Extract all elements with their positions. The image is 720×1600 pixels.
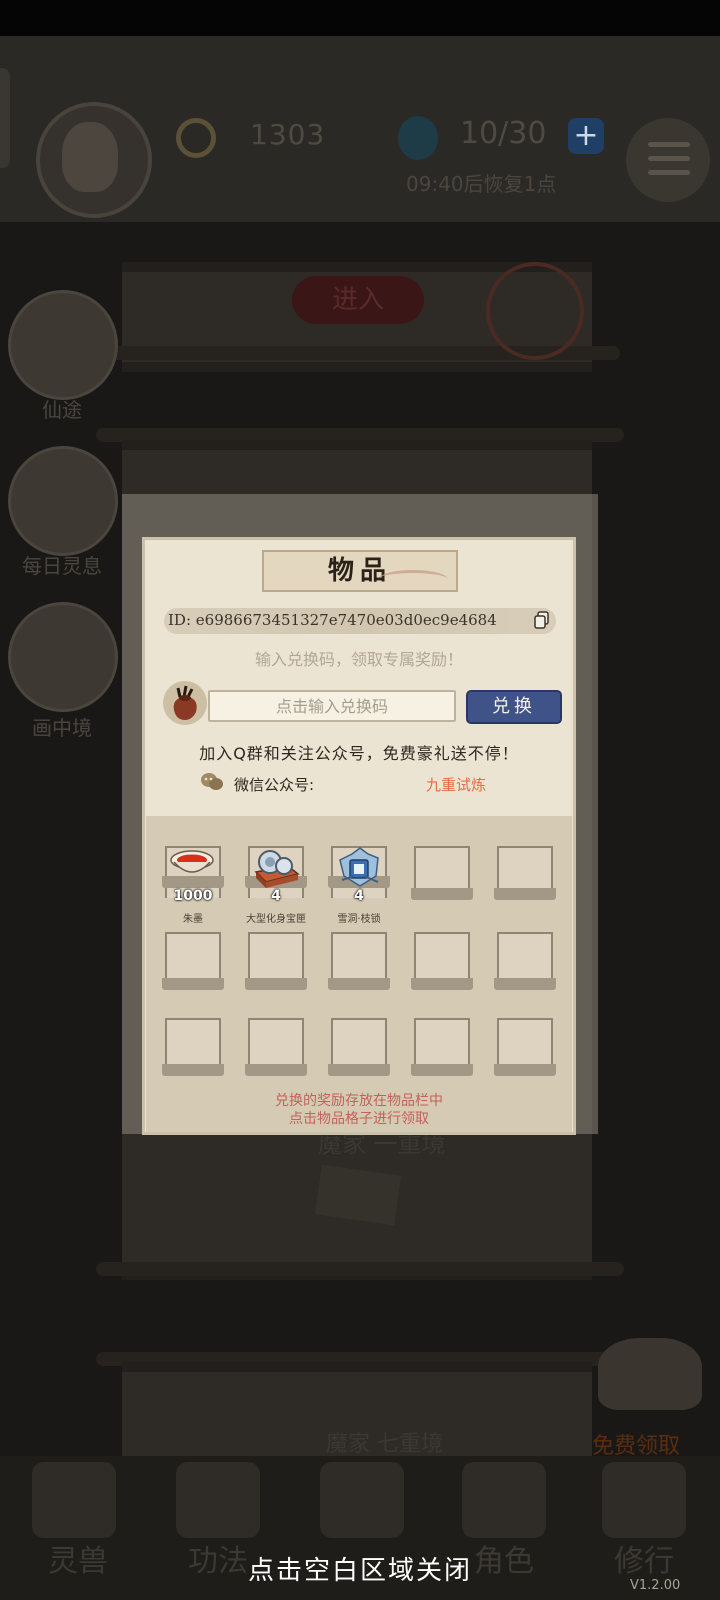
menu-line-icon [648,156,690,161]
item-name: 朱墨 [183,914,203,925]
slot-base [494,1064,556,1076]
avatar-face-icon [62,122,118,192]
inventory-slot[interactable] [414,932,470,984]
slot-base [162,1064,224,1076]
slot-base [411,1064,473,1076]
enter-button[interactable]: 进入 [292,276,424,324]
add-energy-button[interactable]: + [568,118,604,154]
energy-icon [398,116,438,160]
painting-realm-icon[interactable] [8,602,118,712]
inventory-slot[interactable] [248,1018,304,1070]
scroll-rod [96,1262,624,1276]
cultivation-icon[interactable] [320,1462,404,1538]
menu-line-icon [648,142,690,147]
slot-base [494,978,556,990]
character-icon[interactable] [462,1462,546,1538]
side-menu-label: 每日灵息 [22,554,102,578]
item-count: 1000 [173,888,213,904]
redeem-hint: 输入兑换码，领取专属奖励！ [254,650,463,669]
footer-note-line1: 兑换的奖励存放在物品栏中 [275,1093,443,1109]
coin-count: 1303 [250,118,326,151]
inventory-slot[interactable] [331,1018,387,1070]
slot-base [162,978,224,990]
slot-base [245,978,307,990]
inventory-slot[interactable] [497,1018,553,1070]
item-name: 雪洞·枝锁 [337,914,381,925]
promo-text: 加入Q群和关注公众号，免费豪礼送不停！ [199,744,519,763]
spirit-beast-icon[interactable] [32,1462,116,1538]
slot-base [411,978,473,990]
wechat-icon [201,773,223,790]
redeem-code-input[interactable] [208,690,456,722]
red-ink-bowl-icon [170,850,214,873]
item-count: 4 [271,888,281,904]
slot-base [328,978,390,990]
inventory-slot[interactable] [165,932,221,984]
close-hint[interactable]: 点击空白区域关闭 [0,1550,720,1587]
technique-icon[interactable] [176,1462,260,1538]
daily-spirit-icon[interactable] [8,446,118,556]
energy-timer: 09:40后恢复1点 [406,172,557,196]
player-id: ID: e6986673451327e7470e03d0ec9e4684 [168,611,497,629]
treasure-box-icon [254,850,300,888]
item-name: 大型化身宝匣 [246,914,306,925]
footer-note-line2: 点击物品格子进行领取 [289,1111,429,1127]
inventory-slot[interactable] [497,932,553,984]
scroll-stage-text: 魔家 七重境 [326,1432,443,1457]
check-icon [486,262,584,360]
gourd-icon[interactable] [602,1462,686,1538]
side-menu-label: 画中境 [32,716,92,740]
inventory-slot[interactable] [331,932,387,984]
inventory-slot[interactable] [414,1018,470,1070]
slot-base [494,888,556,900]
gift-pot-icon[interactable] [598,1338,702,1410]
menu-line-icon [648,170,690,175]
gift-bag-icon [163,681,207,725]
copy-icon[interactable] [534,611,550,629]
wechat-account[interactable]: 九重试炼 [426,774,486,795]
redeem-button[interactable]: 兑换 [466,690,562,724]
status-bar [0,0,720,36]
ice-artifact-icon [339,847,379,887]
item-count: 4 [354,888,364,904]
cloud-swirl-icon [378,570,448,589]
slot-base [411,888,473,900]
slot-base [328,1064,390,1076]
xiantu-icon[interactable] [8,290,118,400]
inventory-slot[interactable] [248,932,304,984]
coin-icon [176,118,216,158]
side-menu-label: 仙途 [42,398,82,422]
inventory-slot[interactable] [165,1018,221,1070]
energy-count: 10/30 [460,116,547,151]
side-tab[interactable] [0,68,10,168]
wechat-label: 微信公众号: [234,776,315,794]
slot-base [245,1064,307,1076]
